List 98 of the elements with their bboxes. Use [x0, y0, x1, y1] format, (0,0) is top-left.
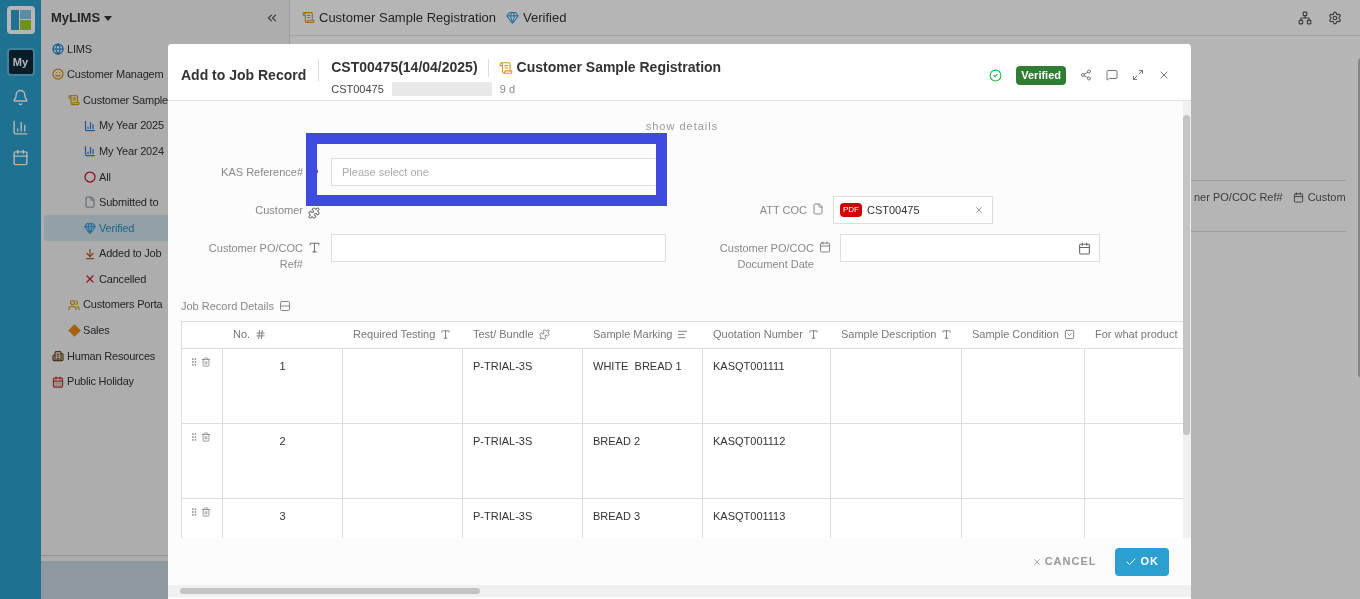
- column-header: Sample Marking: [593, 327, 673, 343]
- record-code: CST00475: [331, 82, 384, 97]
- sitemap-icon[interactable]: [1297, 10, 1312, 25]
- drag-handle-icon[interactable]: [189, 431, 199, 442]
- sidebar-title[interactable]: MyLIMS: [51, 8, 101, 28]
- bell-icon[interactable]: [12, 89, 29, 106]
- column-header: Custom: [1307, 190, 1346, 205]
- scroll-icon: [498, 60, 513, 75]
- table-cell: KASQT001111: [713, 359, 785, 372]
- share-icon[interactable]: [1080, 69, 1092, 82]
- table-cell: WHITE BREAD 1: [593, 359, 682, 372]
- smiley-icon: [52, 68, 64, 81]
- field-label: Customer: [254, 203, 303, 218]
- text-type-icon: [941, 329, 953, 340]
- scroll-icon: [68, 94, 80, 106]
- table-cell: BREAD 3: [593, 509, 641, 522]
- column-header: Required Testing: [353, 327, 436, 343]
- column-header: ner PO/COC Ref#: [1194, 190, 1283, 205]
- table-cell: P-TRIAL-3S: [473, 509, 533, 522]
- expand-icon[interactable]: [1132, 69, 1144, 82]
- field-label: ATT COC: [758, 203, 807, 218]
- my-badge[interactable]: My: [6, 48, 35, 76]
- table-cell: P-TRIAL-3S: [473, 359, 533, 372]
- calendar-icon: [819, 241, 831, 253]
- gem-icon: [84, 221, 96, 234]
- scroll-icon: [302, 11, 315, 24]
- gem-icon: [506, 11, 520, 24]
- align-left-icon: [677, 329, 689, 340]
- table-cell: KASQT001113: [713, 509, 786, 522]
- section-title: Job Record Details: [181, 299, 274, 314]
- module-name: Customer Sample Registration: [516, 58, 722, 77]
- calendar-icon: [1078, 241, 1091, 255]
- file-name: CST00475: [867, 202, 921, 218]
- sidebar-item[interactable]: LIMS: [44, 36, 286, 62]
- trash-icon[interactable]: [201, 431, 211, 442]
- calendar-icon: [1292, 191, 1304, 203]
- puzzle-icon: [308, 207, 320, 219]
- table-cell: P-TRIAL-3S: [473, 434, 533, 447]
- bar-chart-icon: [84, 119, 96, 132]
- trash-icon[interactable]: [201, 506, 211, 517]
- file-icon: [812, 203, 824, 215]
- text-type-icon: [307, 241, 321, 254]
- dropdown-icon: [1063, 329, 1075, 340]
- column-header: For what product: [1095, 327, 1178, 343]
- breadcrumb-item[interactable]: Customer Sample Registration: [319, 7, 497, 28]
- close-icon: [1031, 556, 1042, 567]
- sidebar-item[interactable]: My Year 2025: [44, 112, 286, 139]
- trash-icon[interactable]: [201, 356, 211, 367]
- globe-icon: [52, 42, 64, 55]
- column-header: Quotation Number: [713, 327, 803, 343]
- logo-icon: [5, 5, 36, 35]
- file-icon: [84, 196, 96, 209]
- people-icon: [68, 298, 80, 311]
- field-label: Customer PO/COC Ref#: [207, 241, 303, 272]
- sidebar-item[interactable]: Customer Sample: [44, 87, 286, 113]
- settings-icon[interactable]: [1327, 10, 1342, 25]
- drag-handle-icon[interactable]: [189, 506, 199, 517]
- sidebar-item[interactable]: My Year 2024: [44, 138, 286, 164]
- close-icon[interactable]: [974, 205, 984, 215]
- circle-icon: [84, 170, 96, 183]
- check-circle-icon: [989, 68, 1003, 82]
- collapse-icon[interactable]: [265, 11, 279, 25]
- building-icon: [52, 349, 64, 362]
- table-cell: 2: [279, 434, 286, 447]
- table-icon: [278, 300, 291, 313]
- column-header: Test/ Bundle: [473, 327, 534, 343]
- record-title: CST00475(14/04/2025): [331, 58, 478, 77]
- calendar-icon[interactable]: [12, 149, 29, 166]
- table-cell: 3: [279, 509, 286, 522]
- table-cell: BREAD 2: [593, 434, 641, 447]
- dialog-title: Add to Job Record: [181, 66, 307, 85]
- column-header: Sample Condition: [972, 327, 1059, 343]
- date-field[interactable]: [840, 234, 1100, 262]
- table-cell: KASQT001112: [713, 434, 786, 447]
- field-label: Customer PO/COC Document Date: [718, 241, 814, 272]
- comment-icon[interactable]: [1106, 69, 1118, 82]
- puzzle-icon: [538, 329, 550, 340]
- hash-icon: [255, 329, 267, 340]
- bar-chart-icon[interactable]: [12, 119, 29, 136]
- file-field[interactable]: PDF CST00475: [833, 196, 993, 224]
- text-type-icon: [807, 329, 819, 340]
- bar-chart-icon: [84, 145, 96, 158]
- column-header: No.: [233, 327, 251, 343]
- field-label: KAS Reference#: [220, 165, 303, 180]
- status-badge: Verified: [1016, 66, 1066, 85]
- record-age: 9 d: [499, 82, 516, 97]
- text-type-icon: [440, 329, 452, 340]
- download-tray-icon: [84, 247, 96, 260]
- drag-handle-icon[interactable]: [189, 356, 199, 367]
- table-cell: 1: [279, 359, 286, 372]
- pdf-badge: PDF: [840, 203, 862, 217]
- input-field[interactable]: [331, 234, 666, 262]
- calendar-icon: [52, 375, 64, 388]
- scrollbar-thumb[interactable]: [1183, 115, 1190, 435]
- scrollbar-thumb[interactable]: [180, 588, 480, 594]
- column-header: Sample Description: [841, 327, 937, 343]
- caret-icon: [104, 15, 113, 21]
- breadcrumb-item[interactable]: Verified: [523, 7, 567, 28]
